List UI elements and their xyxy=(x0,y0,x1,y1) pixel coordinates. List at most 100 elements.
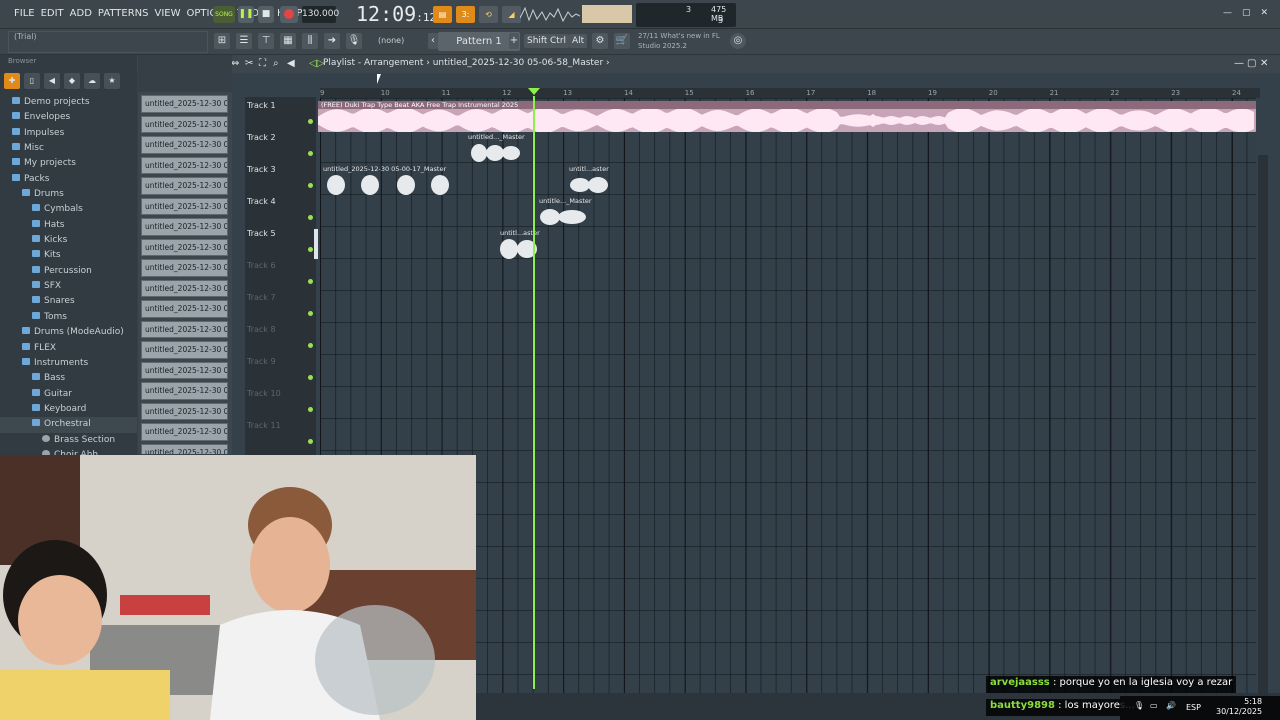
browser-item[interactable]: Envelopes xyxy=(0,110,138,125)
track-header[interactable]: Track 8 xyxy=(245,321,316,353)
channel-rack-icon[interactable]: ▦ xyxy=(280,33,296,49)
network-icon[interactable]: ▭ xyxy=(1150,701,1158,710)
audio-clip[interactable]: (FREE) Duki Trap Type Beat AKA Free Trap… xyxy=(318,101,1256,132)
alt-button[interactable]: Alt xyxy=(569,34,588,48)
timeline-ruler[interactable]: 9 10 11 12 13 14 15 16 17 18 19 20 21 22 23 24 xyxy=(320,88,1260,98)
audio-clip[interactable]: untitled_2025-12-30 05-00-17_Master xyxy=(320,165,458,196)
clip-picker-item[interactable]: untitled_2025-12-30 04- xyxy=(141,177,228,195)
pl-maximize-icon[interactable]: ▢ xyxy=(1247,58,1256,69)
playhead-marker[interactable] xyxy=(528,88,540,95)
menu-edit[interactable]: EDIT xyxy=(41,8,64,19)
browser-item[interactable]: Percussion xyxy=(0,264,138,279)
browser-item[interactable]: Guitar xyxy=(0,387,138,402)
pattern-add-icon[interactable]: + xyxy=(509,33,519,49)
playlist-icon[interactable]: ☰ xyxy=(236,33,252,49)
browser-item[interactable]: Drums (ModeAudio) xyxy=(0,325,138,340)
track-enable-icon[interactable] xyxy=(308,375,313,380)
clip-picker-item[interactable]: untitled_2025-12-30 04- xyxy=(141,382,228,400)
clip-picker-item[interactable]: untitled_2025-12-30 04- xyxy=(141,402,228,420)
menu-add[interactable]: ADD xyxy=(70,8,92,19)
menu-file[interactable]: FILE xyxy=(14,8,35,19)
browser-item[interactable]: Orchestral xyxy=(0,417,138,433)
browser-item[interactable]: Instruments xyxy=(0,356,138,371)
settings-icon[interactable]: ⚙ xyxy=(592,33,608,49)
clip-picker-item[interactable]: untitled_2025-12-30 04- xyxy=(141,443,228,454)
loop-record-icon[interactable]: ⟲ xyxy=(479,6,498,23)
pattern-selector[interactable]: Pattern 1 xyxy=(438,32,520,51)
track-enable-icon[interactable] xyxy=(308,151,313,156)
browser-item[interactable]: Brass Section xyxy=(0,433,138,448)
track-enable-icon[interactable] xyxy=(308,247,313,252)
playback-icon[interactable]: ◀ xyxy=(287,58,295,69)
track-header[interactable]: Track 9 xyxy=(245,353,316,385)
browser-item[interactable]: Kicks xyxy=(0,233,138,248)
clip-picker-item[interactable]: untitled_2025-12-30 04- xyxy=(141,423,228,441)
clip-picker-item[interactable]: untitled_2025-12-30 04- xyxy=(141,218,228,236)
ctrl-button[interactable]: Ctrl xyxy=(547,34,570,48)
track-enable-icon[interactable] xyxy=(308,279,313,284)
browser-item[interactable]: Kits xyxy=(0,248,138,263)
clip-picker-item[interactable]: untitled_2025-12-30 04- xyxy=(141,259,228,277)
piano-roll-icon[interactable]: ⊤ xyxy=(258,33,274,49)
playhead[interactable] xyxy=(533,96,535,689)
globe-icon[interactable]: ◎ xyxy=(730,33,746,49)
countdown-icon[interactable]: 3: xyxy=(456,6,475,23)
pl-minimize-icon[interactable]: — xyxy=(1234,58,1244,69)
browser-file-icon[interactable]: ▯ xyxy=(24,73,40,89)
track-enable-icon[interactable] xyxy=(308,343,313,348)
clip-picker-item[interactable]: untitled_2025-12-30 04- xyxy=(141,341,228,359)
maximize-icon[interactable]: ▢ xyxy=(1242,8,1251,18)
browser-item[interactable]: Toms xyxy=(0,310,138,325)
clip-picker-item[interactable]: untitled_2025-12-30 04- xyxy=(141,197,228,215)
track-header[interactable]: Track 11 xyxy=(245,417,316,449)
browser-item[interactable]: My projects xyxy=(0,156,138,171)
record-icon[interactable] xyxy=(280,6,298,23)
zoom-icon[interactable]: ⌕ xyxy=(273,58,279,69)
minimize-icon[interactable]: — xyxy=(1223,8,1232,18)
microphone-icon[interactable]: 🎙 xyxy=(346,33,362,49)
snap-icon[interactable]: ⊞ xyxy=(214,33,230,49)
clip-picker-item[interactable]: untitled_2025-12-30 04- xyxy=(141,279,228,297)
song-time-display[interactable]: 12:09:12 xyxy=(356,2,436,26)
menu-patterns[interactable]: PATTERNS xyxy=(98,8,149,19)
speaker-icon[interactable]: 🔊 xyxy=(1166,701,1176,710)
track-header[interactable]: Track 6 xyxy=(245,257,316,289)
pattern-prev-icon[interactable]: ‹ xyxy=(428,33,438,49)
browser-cloud-icon[interactable]: ☁ xyxy=(84,73,100,89)
slip-icon[interactable]: ⇔ xyxy=(231,58,239,69)
language-indicator[interactable]: ESP xyxy=(1186,703,1201,712)
clip-picker-item[interactable]: untitled_2025-12-30 04- xyxy=(141,156,228,174)
track-enable-icon[interactable] xyxy=(308,215,313,220)
browser-speaker-icon[interactable]: ◀ xyxy=(44,73,60,89)
track-enable-icon[interactable] xyxy=(308,407,313,412)
mixer-icon[interactable]: ⫼ xyxy=(302,33,318,49)
browser-item[interactable]: Packs xyxy=(0,172,138,187)
clock[interactable]: 5:18 30/12/2025 xyxy=(1216,697,1262,717)
clip-picker-item[interactable]: untitled_2025-12-30 04- xyxy=(141,115,228,133)
pl-close-icon[interactable]: ✕ xyxy=(1260,58,1268,69)
song-mode-button[interactable]: SONG xyxy=(213,6,235,23)
browser-item[interactable]: Cymbals xyxy=(0,202,138,217)
clip-picker-item[interactable]: untitled_2025-12-30 04- xyxy=(141,136,228,154)
track-enable-icon[interactable] xyxy=(308,439,313,444)
track-header[interactable]: Track 5 xyxy=(245,225,316,257)
slice-icon[interactable]: ✂ xyxy=(245,58,253,69)
browser-item[interactable]: Hats xyxy=(0,218,138,233)
menu-view[interactable]: VIEW xyxy=(155,8,181,19)
tempo-display[interactable]: 130.000 xyxy=(302,6,339,23)
track-header[interactable]: Track 7 xyxy=(245,289,316,321)
clip-picker-item[interactable]: untitled_2025-12-30 04- xyxy=(141,238,228,256)
audio-clip[interactable]: untitl...aster xyxy=(497,229,543,260)
browser-plugin-icon[interactable]: ◆ xyxy=(64,73,80,89)
close-icon[interactable]: ✕ xyxy=(1260,8,1268,18)
play-icon[interactable]: ❚❚ xyxy=(238,6,254,23)
browser-item[interactable]: FLEX xyxy=(0,341,138,356)
track-header[interactable]: Track 1 xyxy=(245,97,316,129)
track-enable-icon[interactable] xyxy=(308,311,313,316)
track-header[interactable]: Track 10 xyxy=(245,385,316,417)
stop-icon[interactable]: ■ xyxy=(258,6,274,23)
browser-item[interactable]: SFX xyxy=(0,279,138,294)
track-enable-icon[interactable] xyxy=(308,183,313,188)
browser-item[interactable]: Snares xyxy=(0,294,138,309)
wait-icon[interactable]: ◢ xyxy=(502,6,521,23)
